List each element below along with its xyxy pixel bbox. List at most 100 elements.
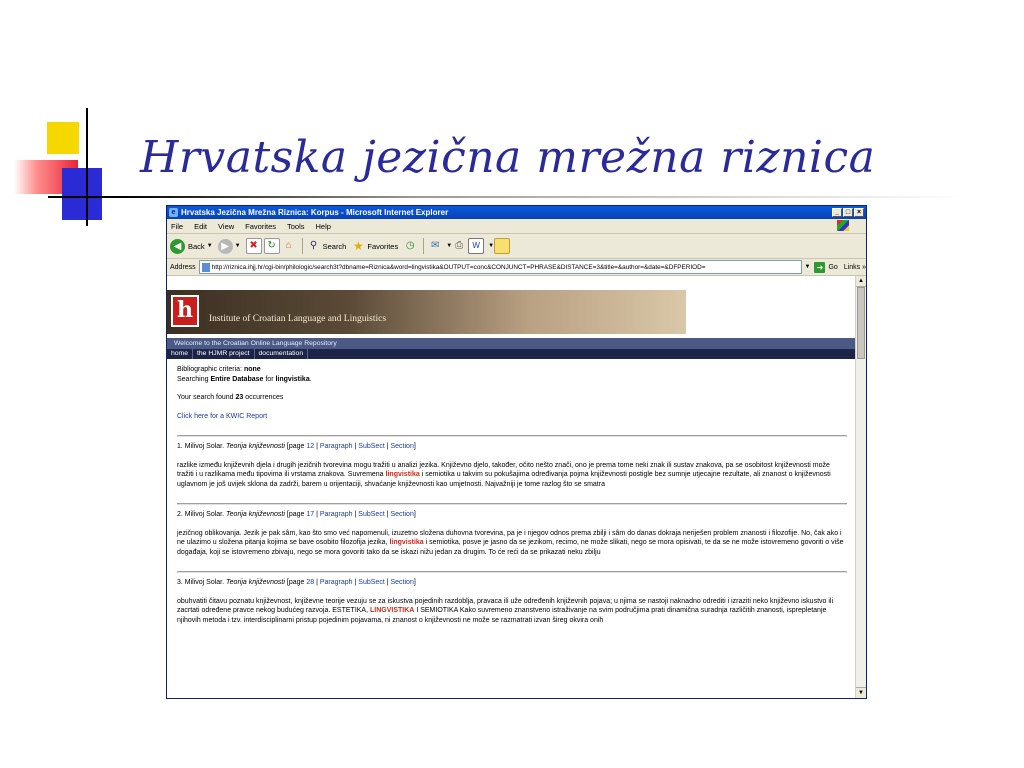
menu-file[interactable]: File bbox=[171, 222, 183, 231]
menu-favorites[interactable]: Favorites bbox=[245, 222, 276, 231]
page-link[interactable]: 17 bbox=[306, 511, 314, 518]
favorites-label: Favorites bbox=[367, 241, 399, 251]
search-button[interactable]: ⚲ Search bbox=[307, 239, 347, 253]
result-context: jezičnog oblikovanja. Jezik je pak sâm, … bbox=[177, 529, 847, 558]
nav-documentation[interactable]: documentation bbox=[255, 349, 309, 359]
section-link[interactable]: Section bbox=[390, 511, 413, 518]
divider bbox=[177, 435, 847, 437]
ihjj-logo: h bbox=[171, 295, 199, 327]
decor-blue-square bbox=[62, 168, 102, 220]
criteria-label: Bibliographic criteria: bbox=[177, 366, 242, 373]
result-context: obuhvatiti čitavu poznatu književnost, k… bbox=[177, 597, 847, 626]
go-button[interactable]: ➜ Go bbox=[814, 261, 838, 273]
back-button[interactable]: ◀ Back ▼ bbox=[170, 238, 213, 254]
stop-icon[interactable]: ✖ bbox=[245, 238, 262, 254]
decor-yellow-square bbox=[47, 122, 79, 154]
result-header: 3. Milivoj Solar. Teorija književnosti [… bbox=[177, 579, 416, 586]
site-nav: home the HJMR project documentation bbox=[167, 349, 857, 359]
found-count: 23 bbox=[235, 394, 244, 401]
kwic-report-link[interactable]: Click here for a KWIC Report bbox=[177, 413, 267, 420]
subsect-link[interactable]: SubSect bbox=[358, 511, 384, 518]
favorites-star-icon: ★ bbox=[352, 239, 364, 253]
page-icon bbox=[201, 262, 210, 272]
home-icon[interactable]: ⌂ bbox=[282, 239, 296, 253]
ie-icon: e bbox=[169, 208, 178, 217]
links-button[interactable]: Links » bbox=[844, 264, 866, 271]
divider bbox=[177, 571, 847, 573]
minimize-button[interactable]: _ bbox=[832, 208, 842, 217]
scroll-down-icon[interactable]: ▼ bbox=[856, 687, 866, 698]
result-header: 2. Milivoj Solar. Teorija književnosti [… bbox=[177, 511, 416, 518]
go-arrow-icon: ➜ bbox=[814, 261, 826, 273]
site-banner: h Institute of Croatian Language and Lin… bbox=[167, 290, 686, 334]
maximize-button[interactable]: □ bbox=[843, 208, 853, 217]
window-title: Hrvatska Jezična Mrežna Riznica: Korpus … bbox=[181, 208, 449, 217]
nav-home[interactable]: home bbox=[167, 349, 194, 359]
scroll-thumb[interactable] bbox=[857, 287, 865, 359]
windows-logo-icon bbox=[837, 220, 849, 231]
searching-line: Searching Entire Database for lingvistik… bbox=[177, 375, 312, 383]
found-suffix: occurrences bbox=[245, 394, 284, 401]
browser-window: e Hrvatska Jezična Mrežna Riznica: Korpu… bbox=[166, 205, 867, 699]
nav-hjmr-project[interactable]: the HJMR project bbox=[193, 349, 255, 359]
refresh-icon[interactable]: ↻ bbox=[263, 238, 280, 254]
address-input[interactable]: http://riznica.ihjj.hr/cgi-bin/philologi… bbox=[198, 260, 802, 274]
result-title: Teorija književnosti bbox=[226, 579, 285, 586]
result-context: razlike između književnih djela i drugih… bbox=[177, 461, 847, 490]
result-author: 2. Milivoj Solar. bbox=[177, 511, 225, 518]
result-header: 1. Milivoj Solar. Teorija književnosti [… bbox=[177, 443, 416, 450]
menu-view[interactable]: View bbox=[218, 222, 234, 231]
menu-help[interactable]: Help bbox=[316, 222, 331, 231]
found-line: Your search found 23 occurrences bbox=[177, 393, 847, 403]
mail-icon[interactable]: ✉ bbox=[428, 239, 442, 253]
criteria-line: Bibliographic criteria: none bbox=[177, 365, 847, 375]
address-dropdown-icon[interactable]: ▼ bbox=[805, 264, 811, 270]
welcome-bar: Welcome to the Croatian Online Language … bbox=[167, 338, 857, 349]
forward-button[interactable]: ▶ ▼ bbox=[217, 238, 241, 254]
search-icon: ⚲ bbox=[309, 240, 318, 251]
results-body: Bibliographic criteria: none Searching E… bbox=[177, 365, 847, 625]
history-icon[interactable]: ◷ bbox=[403, 239, 417, 253]
paragraph-link[interactable]: Paragraph bbox=[320, 443, 353, 450]
search-label: Search bbox=[322, 241, 347, 251]
forward-arrow-icon: ▶ bbox=[217, 238, 233, 254]
section-link[interactable]: Section bbox=[390, 579, 413, 586]
menu-bar: File Edit View Favorites Tools Help bbox=[167, 219, 866, 234]
paragraph-link[interactable]: Paragraph bbox=[320, 579, 353, 586]
paragraph-link[interactable]: Paragraph bbox=[320, 511, 353, 518]
favorites-button[interactable]: ★ Favorites bbox=[351, 239, 398, 253]
back-arrow-icon: ◀ bbox=[170, 238, 185, 254]
divider bbox=[177, 503, 847, 505]
page-label: [page bbox=[286, 443, 305, 450]
page-label: [page bbox=[286, 511, 305, 518]
keyword-highlight: lingvistika bbox=[389, 539, 424, 546]
page-link[interactable]: 12 bbox=[306, 443, 314, 450]
result-author: 3. Milivoj Solar. bbox=[177, 579, 225, 586]
close-button[interactable]: × bbox=[854, 208, 864, 217]
keyword-highlight: LINGVISTIKA bbox=[370, 607, 415, 614]
edit-word-icon[interactable]: W bbox=[468, 238, 485, 254]
slide-title: Hrvatska jezična mrežna riznica bbox=[140, 132, 876, 183]
back-dropdown-icon[interactable]: ▼ bbox=[207, 243, 213, 249]
section-link[interactable]: Section bbox=[390, 443, 413, 450]
subsect-link[interactable]: SubSect bbox=[358, 443, 384, 450]
menu-tools[interactable]: Tools bbox=[287, 222, 305, 231]
searching-prefix: Searching bbox=[177, 375, 209, 383]
window-titlebar: e Hrvatska Jezična Mrežna Riznica: Korpu… bbox=[167, 206, 866, 219]
menu-edit[interactable]: Edit bbox=[194, 222, 207, 231]
print-icon[interactable]: ⎙ bbox=[452, 239, 466, 253]
vertical-scrollbar[interactable]: ▲ ▼ bbox=[855, 276, 866, 698]
address-label: Address bbox=[170, 263, 196, 271]
page-link[interactable]: 28 bbox=[306, 579, 314, 586]
scroll-up-icon[interactable]: ▲ bbox=[856, 276, 866, 287]
forward-dropdown-icon[interactable]: ▼ bbox=[235, 243, 241, 249]
subsect-link[interactable]: SubSect bbox=[358, 579, 384, 586]
go-label: Go bbox=[828, 263, 838, 271]
toolbar-separator bbox=[301, 238, 303, 254]
back-label: Back bbox=[188, 241, 205, 251]
result-title: Teorija književnosti bbox=[226, 443, 285, 450]
decor-horizontal-line bbox=[48, 196, 968, 198]
links-label: Links bbox=[843, 263, 861, 271]
folder-icon[interactable] bbox=[494, 238, 511, 254]
searching-word: lingvistika bbox=[275, 375, 310, 383]
